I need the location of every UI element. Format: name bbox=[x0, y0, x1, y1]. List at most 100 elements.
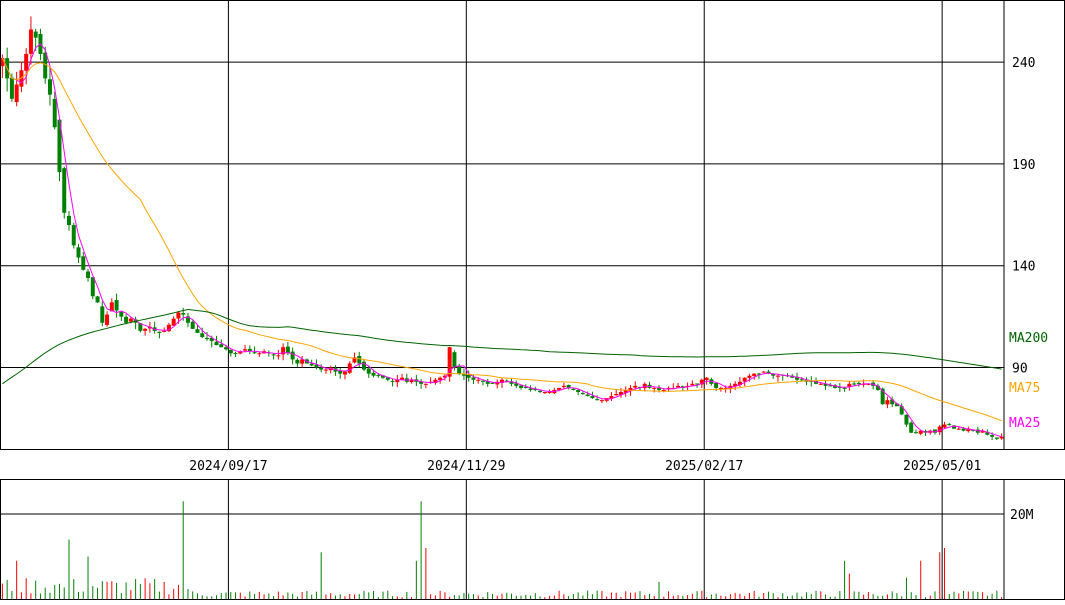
candle-body bbox=[143, 328, 148, 331]
candle-body bbox=[476, 379, 481, 381]
grid-layer bbox=[0, 1, 1004, 599]
y-tick-label: 240 bbox=[1012, 56, 1035, 71]
candle-body bbox=[909, 422, 914, 433]
x-tick-label: 2025/02/17 bbox=[665, 459, 743, 474]
y-tick-label: 190 bbox=[1012, 158, 1035, 173]
candle-body bbox=[657, 388, 662, 390]
candle-body bbox=[214, 341, 219, 346]
candle-body bbox=[323, 369, 328, 371]
price-panel-frame bbox=[0, 0, 1065, 450]
legend-ma75: MA75 bbox=[1009, 381, 1040, 396]
x-tick-label: 2024/11/29 bbox=[427, 459, 505, 474]
candle-body bbox=[86, 271, 91, 278]
candle-body bbox=[162, 330, 167, 332]
candle-body bbox=[124, 316, 129, 323]
candle-body bbox=[538, 390, 543, 392]
candle-body bbox=[904, 414, 909, 425]
volume-panel-frame bbox=[0, 479, 1065, 600]
moving-averages bbox=[1, 43, 1002, 438]
candle-body bbox=[190, 321, 195, 329]
candle-body bbox=[956, 428, 961, 430]
candle-body bbox=[704, 377, 709, 381]
candle-body bbox=[90, 277, 95, 297]
candle-body bbox=[228, 349, 233, 354]
legend-ma25: MA25 bbox=[1009, 416, 1040, 431]
candle-body bbox=[9, 77, 14, 99]
candle-body bbox=[580, 393, 585, 395]
candle-body bbox=[285, 346, 290, 354]
candle-body bbox=[295, 359, 300, 364]
candle-body bbox=[366, 368, 371, 374]
candle-body bbox=[290, 351, 295, 360]
candle-body bbox=[471, 377, 476, 380]
candle-body bbox=[818, 383, 823, 385]
candle-body bbox=[990, 435, 995, 437]
candle-body bbox=[571, 388, 576, 390]
candle-body bbox=[157, 331, 162, 333]
candle-body bbox=[81, 256, 86, 270]
candle-body bbox=[371, 372, 376, 376]
candle-body bbox=[994, 437, 999, 439]
candle-body bbox=[200, 333, 205, 337]
candle-body bbox=[276, 355, 281, 357]
candle-body bbox=[176, 312, 181, 319]
candlesticks bbox=[0, 16, 1004, 441]
candle-body bbox=[614, 394, 619, 396]
candle-body bbox=[885, 400, 890, 405]
x-tick-label: 2025/05/01 bbox=[903, 459, 981, 474]
candle-body bbox=[999, 436, 1004, 439]
candle-body bbox=[528, 388, 533, 390]
candle-body bbox=[423, 383, 428, 385]
candle-body bbox=[24, 53, 29, 71]
legend-ma200: MA200 bbox=[1009, 331, 1048, 346]
candle-body bbox=[595, 399, 600, 401]
candle-body bbox=[181, 312, 186, 315]
candle-body bbox=[95, 296, 100, 303]
candle-body bbox=[576, 389, 581, 392]
candle-body bbox=[590, 396, 595, 399]
candle-body bbox=[47, 79, 52, 95]
candle-body bbox=[742, 377, 747, 382]
candle-body bbox=[942, 424, 947, 428]
candle-body bbox=[243, 349, 248, 351]
candle-body bbox=[775, 375, 780, 377]
candle-body bbox=[252, 352, 257, 354]
candle-body bbox=[747, 375, 752, 378]
candle-body bbox=[561, 385, 566, 388]
y-tick-label: 90 bbox=[1012, 362, 1028, 377]
candle-body bbox=[347, 363, 352, 373]
candle-body bbox=[100, 306, 105, 323]
candle-body bbox=[357, 356, 362, 364]
candle-body bbox=[128, 318, 133, 322]
candle-body bbox=[105, 314, 110, 325]
volume-tick-label: 20M bbox=[1010, 508, 1034, 523]
candle-body bbox=[195, 329, 200, 333]
volume-bars bbox=[1, 501, 1003, 599]
candle-body bbox=[452, 352, 457, 368]
ma75-line bbox=[1, 57, 1002, 422]
candle-body bbox=[542, 391, 547, 394]
candle-body bbox=[309, 363, 314, 366]
candle-body bbox=[362, 361, 367, 370]
candle-body bbox=[376, 375, 381, 377]
candle-body bbox=[219, 344, 224, 348]
candle-body bbox=[62, 168, 67, 213]
candle-body bbox=[114, 300, 119, 311]
candle-body bbox=[233, 353, 238, 355]
candle-body bbox=[33, 31, 38, 38]
candle-body bbox=[66, 215, 71, 225]
candle-body bbox=[342, 371, 347, 375]
axis-labels: 240 190 140 90 2024/09/17 2024/11/29 2025/02/1… bbox=[189, 56, 1048, 523]
candle-body bbox=[457, 365, 462, 374]
candle-body bbox=[690, 383, 695, 386]
candle-body bbox=[599, 400, 604, 402]
candle-body bbox=[842, 387, 847, 389]
candle-body bbox=[490, 382, 495, 384]
ma200-line bbox=[2, 308, 1002, 385]
candle-body bbox=[852, 383, 857, 385]
candle-body bbox=[947, 424, 952, 426]
stock-chart: 240 190 140 90 2024/09/17 2024/11/29 2025/02/1… bbox=[0, 0, 1065, 600]
candle-body bbox=[224, 347, 229, 350]
candle-body bbox=[28, 29, 33, 54]
y-tick-label: 140 bbox=[1012, 260, 1035, 275]
